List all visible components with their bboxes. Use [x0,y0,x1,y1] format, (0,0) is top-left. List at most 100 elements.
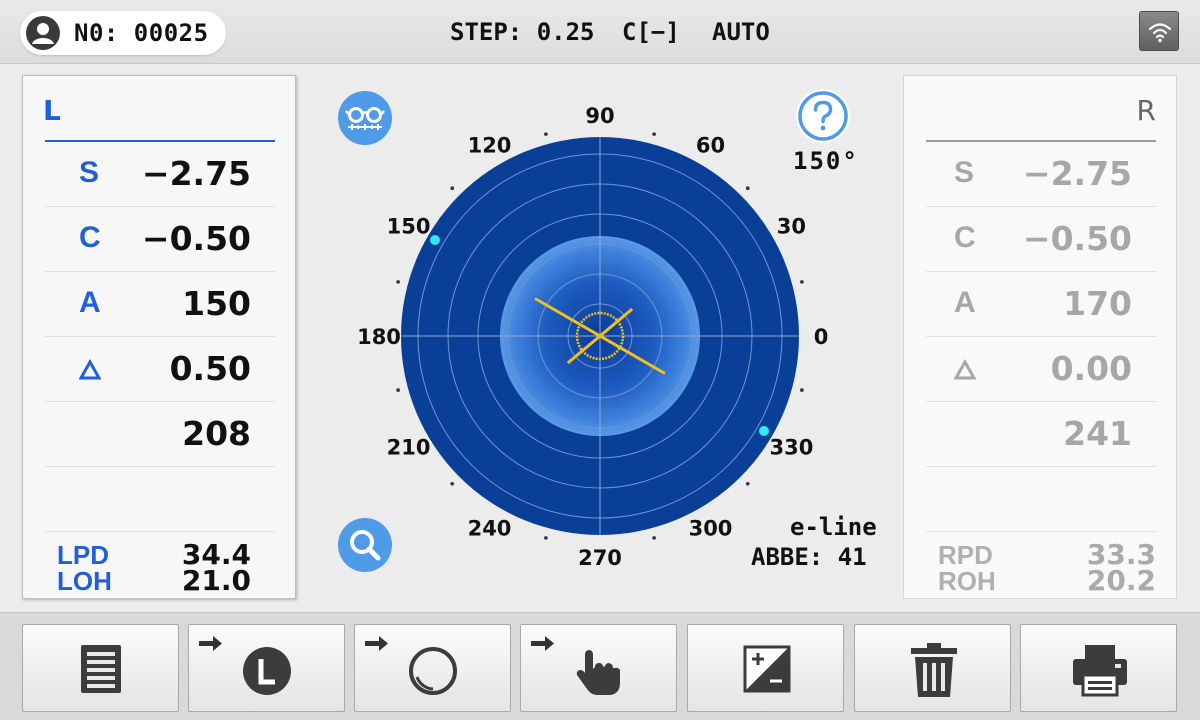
left-oh-value: 21.0 [181,564,251,597]
cylinder-label: C [79,221,101,254]
axis-value: 170 [1063,284,1132,323]
dial-label: 120 [468,134,512,158]
patient-number-badge[interactable]: N0: 00025 [20,11,226,55]
abbe-number: ABBE: 41 [751,543,867,571]
eline-label: e-line [790,513,877,541]
right-cylinder-row: C −0.50 [926,207,1156,272]
left-eye-label: L [43,94,61,127]
patient-number: N0: 00025 [74,19,209,47]
right-prism-row: 0.00 [926,337,1156,402]
right-oh-label: ROH [938,566,996,596]
dial-label: 30 [777,215,806,239]
right-axis-row: A 170 [926,272,1156,337]
right-sphere-row: S −2.75 [926,142,1156,207]
magnifier-icon [350,530,381,561]
left-cylinder-row: C −0.50 [45,207,275,272]
top-bar: N0: 00025 STEP: 0.25 C[−] AUTO [0,0,1200,64]
right-base-row: 241 [926,402,1156,467]
cylinder-mode-status: C[−] [622,18,680,46]
axis-angle-readout: 150° [793,147,859,175]
dial-tick [450,481,455,486]
dial-label: 0 [814,325,829,349]
dial-label: 210 [387,436,431,460]
axis-label: A [79,286,101,319]
dial-label: 90 [585,104,614,128]
list-icon [81,645,121,693]
question-mark-icon [798,91,848,141]
left-oh-label: LOH [57,566,112,596]
glasses-icon [345,107,385,130]
prism-value: 0.50 [169,349,251,388]
wifi-icon [1148,23,1172,43]
left-lens-panel[interactable]: L S −2.75 C −0.50 A 150 0.50 208 LPD 34.… [22,75,296,599]
sphere-value: −2.75 [1022,154,1132,193]
hand-touch-icon [531,636,620,695]
dial-tick [396,388,400,392]
alignment-marker [759,426,769,436]
glasses-mode-button[interactable] [338,91,392,145]
base-value: 241 [1063,414,1132,453]
left-eye-icon [199,636,291,695]
trash-icon [911,643,957,697]
alignment-marker [430,235,440,245]
prism-icon [79,359,101,380]
left-empty-row [45,467,275,532]
left-sphere-row: S −2.75 [45,142,275,207]
sphere-value: −2.75 [141,154,251,193]
help-button[interactable] [796,89,850,143]
dial-tick [544,132,548,136]
lens-target-dial[interactable]: 0 30 60 90 120 150 180 210 240 270 300 330 [330,90,870,590]
dial-tick [745,481,750,486]
zoom-button[interactable] [338,518,392,572]
dial-tick [652,132,656,136]
sign-toggle-button[interactable] [687,624,844,712]
delete-button[interactable] [854,624,1011,712]
printer-icon [1073,645,1127,697]
lens-mode-button[interactable] [354,624,511,712]
right-lens-panel[interactable]: R S −2.75 C −0.50 A 170 0.00 241 RPD 33.… [903,75,1177,599]
dial-label: 300 [689,516,733,540]
dial-label: 60 [696,134,725,158]
touch-mode-button[interactable] [520,624,677,712]
right-pd-label: RPD [938,540,993,570]
right-eye-label: R [1136,94,1156,127]
dial-tick [800,280,804,284]
user-icon [26,16,60,50]
base-value: 208 [182,414,251,453]
prism-value: 0.00 [1050,349,1132,388]
dial-tick [396,280,400,284]
dial-label: 330 [769,436,813,460]
axis-value: 150 [182,284,251,323]
select-left-button[interactable] [188,624,345,712]
print-button[interactable] [1020,624,1177,712]
wifi-button[interactable] [1139,11,1179,51]
sphere-label: S [954,156,975,189]
list-button[interactable] [22,624,179,712]
axis-label: A [954,286,976,319]
step-status: STEP: 0.25 [450,18,595,46]
sphere-label: S [79,156,100,189]
dial-tick [652,536,656,540]
bottom-toolbar [0,612,1200,720]
dial-tick [450,186,455,191]
left-prism-row: 0.50 [45,337,275,402]
dial-label: 240 [468,516,512,540]
left-pd-label: LPD [57,540,109,570]
dial-label: 180 [357,325,401,349]
dial-tick [544,536,548,540]
cylinder-value: −0.50 [141,219,251,258]
cylinder-label: C [954,221,976,254]
prism-icon [954,359,976,380]
dial-tick [800,388,804,392]
dial-tick [745,186,750,191]
cylinder-value: −0.50 [1022,219,1132,258]
lens-circle-icon [365,636,457,695]
dial-label: 270 [578,546,622,570]
auto-mode-status: AUTO [712,18,770,46]
left-axis-row: A 150 [45,272,275,337]
right-oh-value: 20.2 [1086,564,1156,597]
dial-label: 150 [387,215,431,239]
left-base-row: 208 [45,402,275,467]
plus-minus-icon [743,645,791,693]
right-empty-row [926,467,1156,532]
